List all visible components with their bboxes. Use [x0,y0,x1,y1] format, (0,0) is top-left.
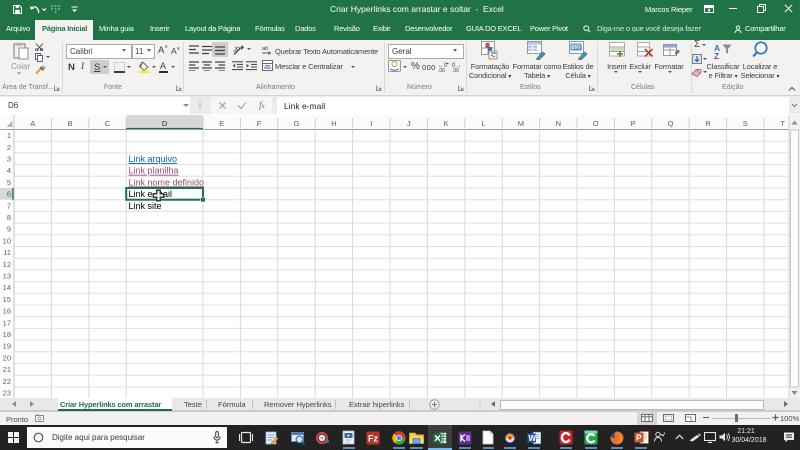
svg-text:17: 17 [3,318,11,327]
svg-text:22: 22 [3,377,11,386]
svg-text:13: 13 [3,271,11,280]
svg-text:T: T [780,119,785,128]
svg-text:D: D [162,119,168,128]
svg-text:ab: ab [262,46,268,52]
svg-text:3: 3 [7,154,11,163]
svg-text:G: G [294,119,300,128]
svg-text:.00: .00 [438,68,445,72]
svg-text:Link e-mail: Link e-mail [129,189,173,199]
svg-text:11: 11 [3,248,11,257]
svg-text:P: P [631,119,636,128]
svg-text:Q: Q [668,119,674,128]
svg-text:21: 21 [3,365,11,374]
svg-text:10: 10 [3,236,11,245]
svg-text:4: 4 [7,166,11,175]
svg-text:M: M [518,119,524,128]
svg-text:F: F [257,119,262,128]
svg-text:Link arquivo: Link arquivo [129,154,178,164]
svg-text:1: 1 [7,131,11,140]
svg-text:15: 15 [3,295,11,304]
svg-text:Fz: Fz [368,434,378,444]
svg-text:S: S [743,119,748,128]
svg-text:123: 123 [573,46,582,52]
svg-text:Z: Z [714,51,719,59]
svg-text:23: 23 [3,388,11,397]
svg-text:C: C [105,119,111,128]
svg-text:18: 18 [3,330,11,339]
svg-text:14: 14 [3,283,11,292]
svg-text:I: I [370,119,372,128]
svg-text:A: A [30,119,35,128]
svg-text:7: 7 [7,201,11,210]
svg-text:W: W [529,434,537,443]
svg-text:O: O [593,119,599,128]
svg-text:K: K [444,119,449,128]
svg-text:ab: ab [233,45,242,56]
svg-text:9: 9 [7,225,11,234]
svg-text:Link planilha: Link planilha [129,166,179,176]
svg-text:2: 2 [7,143,11,152]
svg-text:Link nome definido: Link nome definido [129,177,205,187]
svg-text:6: 6 [7,190,11,199]
svg-text:L: L [481,119,485,128]
svg-text:P: P [636,433,642,443]
svg-text:8: 8 [7,213,11,222]
svg-text:J: J [407,119,411,128]
svg-text:16: 16 [3,307,11,316]
svg-text:12: 12 [3,260,11,269]
svg-text:20: 20 [3,353,11,362]
svg-text:N: N [556,119,561,128]
svg-text:B: B [68,119,73,128]
svg-text:E: E [219,119,224,128]
svg-text:H: H [331,119,336,128]
svg-text:19: 19 [3,342,11,351]
svg-text:R: R [705,119,711,128]
svg-text:Link site: Link site [129,201,162,211]
svg-text:5: 5 [7,178,11,187]
svg-text:.00: .00 [452,68,459,72]
